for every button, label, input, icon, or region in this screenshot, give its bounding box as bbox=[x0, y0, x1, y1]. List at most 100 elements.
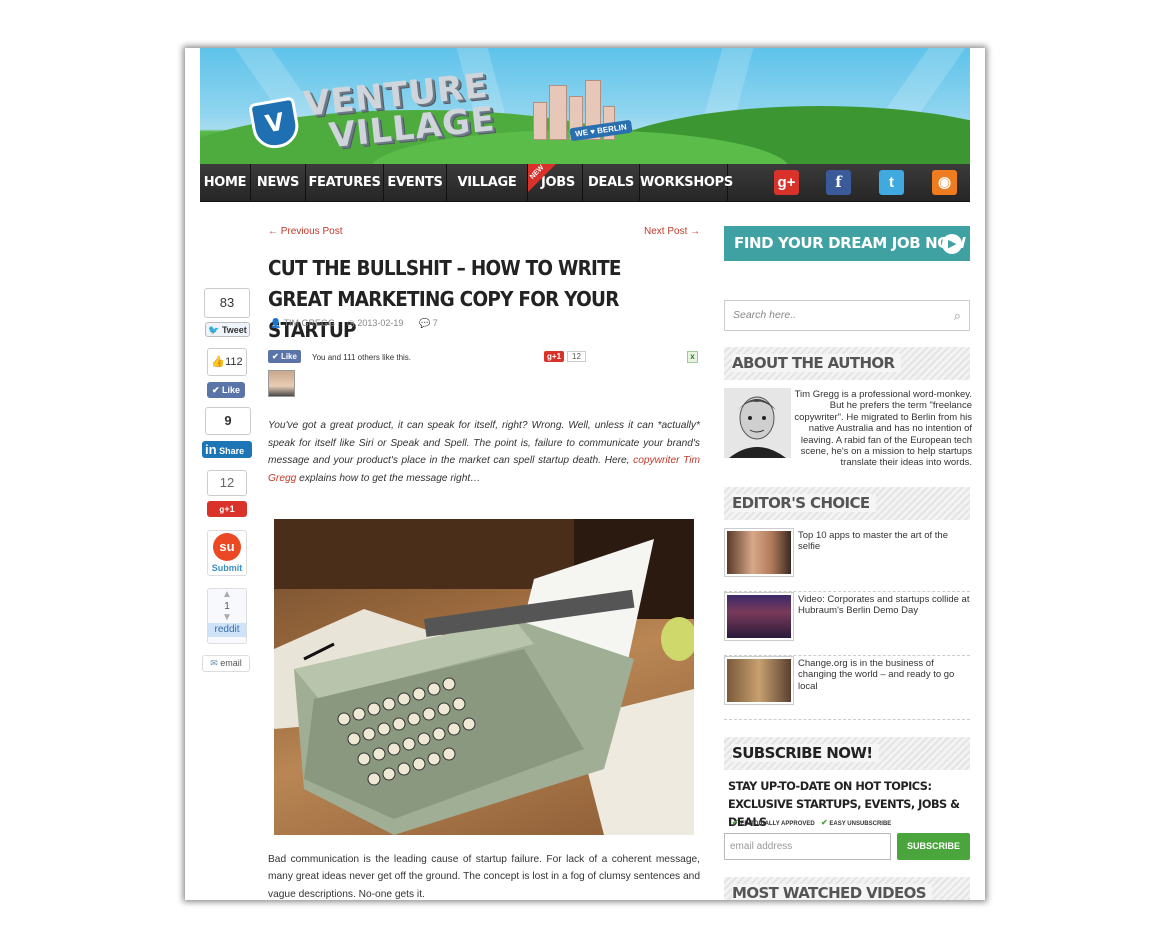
subscribe-check-1-label: EDITORIALLY APPROVED bbox=[740, 821, 815, 827]
most-watched-title: MOST WATCHED VIDEOS bbox=[724, 877, 970, 900]
tweet-label: Tweet bbox=[221, 325, 247, 335]
fb-check-icon: ✔ bbox=[272, 352, 279, 361]
subscribe-title: SUBSCRIBE NOW! bbox=[724, 737, 970, 770]
fb-like-button[interactable]: ✔ Like bbox=[207, 382, 245, 398]
email-share-label: email bbox=[220, 658, 242, 668]
author-portrait bbox=[724, 388, 791, 458]
article-fb-like-label: Like bbox=[280, 352, 297, 361]
article-gplus-label: +1 bbox=[551, 352, 562, 361]
subscribe-check-2: ✔ EASY UNSUBSCRIBE bbox=[821, 818, 891, 827]
editors-choice-link[interactable]: Top 10 apps to master the art of the sel… bbox=[798, 530, 970, 553]
nav-features[interactable]: FEATURES bbox=[306, 164, 384, 202]
page: V VENTURE VILLAGE WE ♥ BERLIN HOME NEWS … bbox=[185, 48, 985, 900]
check-icon: ✔ bbox=[732, 818, 739, 827]
subscribe-title-text: SUBSCRIBE NOW! bbox=[732, 744, 879, 762]
fb-like-count-value: 112 bbox=[225, 356, 243, 368]
comments-meta[interactable]: 💬 7 bbox=[419, 318, 438, 329]
clock-icon: ◷ bbox=[347, 318, 355, 328]
subscribe-check-2-label: EASY UNSUBSCRIBE bbox=[829, 821, 892, 827]
tweet-button[interactable]: 🐦 Tweet bbox=[205, 322, 250, 337]
editors-choice-title-text: EDITOR'S CHOICE bbox=[732, 494, 876, 512]
editors-choice-item[interactable]: Top 10 apps to master the art of the sel… bbox=[724, 528, 970, 592]
subscribe-check-1: ✔ EDITORIALLY APPROVED bbox=[732, 818, 815, 827]
play-arrow-icon: ▶ bbox=[942, 234, 962, 254]
search-icon[interactable]: ⌕ bbox=[954, 301, 961, 330]
search-placeholder: Search here.. bbox=[733, 309, 797, 321]
article-body: Bad communication is the leading cause o… bbox=[268, 854, 700, 900]
twitter-bird-icon: 🐦 bbox=[208, 325, 220, 335]
editors-choice-link[interactable]: Change.org is in the business of changin… bbox=[798, 658, 970, 692]
about-author-title: ABOUT THE AUTHOR bbox=[724, 347, 970, 380]
linkedin-icon: in bbox=[205, 442, 217, 457]
typewriter-illustration bbox=[274, 519, 694, 835]
liker-avatar[interactable] bbox=[268, 370, 295, 397]
xing-icon[interactable]: x bbox=[687, 351, 698, 363]
intro-text-end: explains how to get the message right… bbox=[299, 472, 481, 484]
user-icon: 👤 bbox=[270, 318, 282, 328]
email-share-button[interactable]: ✉ email bbox=[202, 655, 250, 672]
editors-choice-item[interactable]: Change.org is in the business of changin… bbox=[724, 656, 970, 720]
editors-choice-thumb[interactable] bbox=[724, 528, 794, 577]
nav-deals[interactable]: DEALS bbox=[583, 164, 640, 202]
author-meta[interactable]: 👤 TIM GREGG bbox=[270, 318, 335, 329]
linkedin-label: Share bbox=[219, 446, 245, 456]
reddit-button[interactable]: ▲ 1 ▼ reddit bbox=[207, 588, 247, 644]
editors-choice-title: EDITOR'S CHOICE bbox=[724, 487, 970, 520]
author-bio-text: Tim Gregg is a professional word-monkey.… bbox=[794, 389, 972, 469]
most-watched-title-text: MOST WATCHED VIDEOS bbox=[732, 884, 933, 900]
post-date: 2013-02-19 bbox=[357, 318, 404, 328]
nav-home[interactable]: HOME bbox=[200, 164, 251, 202]
article-title: CUT THE BULLSHIT – HOW TO WRITE GREAT MA… bbox=[268, 256, 621, 342]
editors-choice-link[interactable]: Video: Corporates and startups collide a… bbox=[798, 594, 970, 617]
editors-choice-thumb[interactable] bbox=[724, 592, 794, 641]
thumbs-up-icon: 👍 bbox=[211, 356, 226, 368]
gplus-label: +1 bbox=[224, 504, 235, 514]
rss-icon[interactable]: ◉ bbox=[932, 170, 957, 195]
author-name[interactable]: TIM GREGG bbox=[284, 318, 336, 328]
fb-like-count: 👍112 bbox=[207, 348, 247, 376]
subscribe-button[interactable]: SUBSCRIBE bbox=[897, 833, 970, 860]
email-field[interactable]: email address bbox=[724, 833, 891, 860]
main-nav: HOME NEWS FEATURES EVENTS VILLAGE TV JOB… bbox=[200, 164, 970, 228]
dream-job-banner[interactable]: FIND YOUR DREAM JOB NOW ▶ bbox=[724, 226, 970, 261]
nav-village-tv[interactable]: VILLAGE TV bbox=[447, 164, 528, 228]
stumbleupon-button[interactable]: su Submit bbox=[207, 530, 247, 576]
article-intro: You've got a great product, it can speak… bbox=[268, 417, 700, 487]
previous-post-link[interactable]: ← Previous Post bbox=[268, 226, 342, 237]
article-gplus-button[interactable]: g+1 bbox=[544, 351, 565, 362]
check-icon: ✔ bbox=[211, 385, 220, 395]
fb-like-text: You and 111 others like this. bbox=[312, 353, 412, 362]
editors-choice-thumb[interactable] bbox=[724, 656, 794, 705]
downvote-icon: ▼ bbox=[222, 612, 232, 623]
gplus-button[interactable]: g+1 bbox=[207, 501, 247, 517]
linkedin-share-button[interactable]: in Share bbox=[202, 441, 252, 458]
subscribe-line-1: STAY UP-TO-DATE ON HOT TOPICS: bbox=[728, 780, 932, 793]
date-meta: ◷ 2013-02-19 bbox=[347, 318, 403, 329]
fb-like-label: Like bbox=[222, 385, 241, 395]
linkedin-count: 9 bbox=[205, 407, 251, 435]
article-gplus-count: 12 bbox=[567, 351, 586, 362]
header-banner[interactable]: V VENTURE VILLAGE WE ♥ BERLIN bbox=[200, 48, 970, 164]
article-fb-like-button[interactable]: ✔ Like bbox=[268, 350, 301, 363]
stumbleupon-icon: su bbox=[213, 533, 241, 561]
stumbleupon-label: Submit bbox=[211, 563, 243, 573]
next-post-link[interactable]: Next Post → bbox=[644, 226, 700, 237]
article-image-typewriter bbox=[274, 519, 694, 835]
check-icon: ✔ bbox=[821, 818, 828, 827]
nav-events[interactable]: EVENTS bbox=[384, 164, 447, 202]
facebook-icon[interactable]: f bbox=[826, 170, 851, 195]
comment-count[interactable]: 7 bbox=[433, 318, 438, 328]
search-input[interactable]: Search here.. ⌕ bbox=[724, 300, 970, 331]
twitter-icon[interactable]: t bbox=[879, 170, 904, 195]
reddit-label: reddit bbox=[208, 623, 246, 637]
gplus-count: 12 bbox=[207, 470, 247, 496]
upvote-icon: ▲ bbox=[222, 589, 232, 600]
nav-news[interactable]: NEWS bbox=[251, 164, 306, 202]
editors-choice-item[interactable]: Video: Corporates and startups collide a… bbox=[724, 592, 970, 656]
google-plus-icon[interactable]: g+ bbox=[774, 170, 799, 195]
dream-job-label: FIND YOUR DREAM JOB NOW bbox=[734, 234, 966, 252]
author-photo bbox=[724, 388, 791, 458]
nav-workshops[interactable]: WORKSHOPS bbox=[640, 164, 733, 202]
comment-icon: 💬 bbox=[419, 318, 431, 328]
about-author-title-text: ABOUT THE AUTHOR bbox=[732, 354, 901, 372]
